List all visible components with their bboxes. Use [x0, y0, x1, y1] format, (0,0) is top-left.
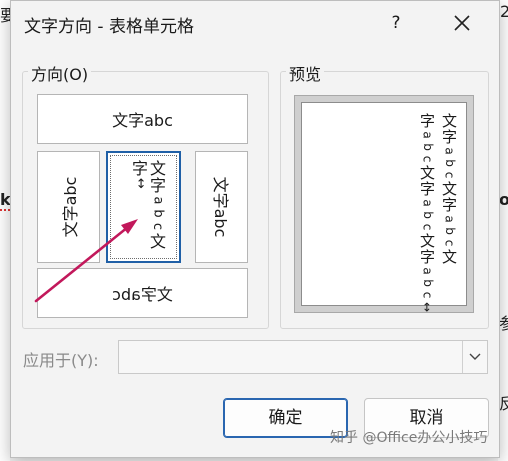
background-spellcheck-underline	[0, 206, 10, 211]
preview-column-2: 字 a b c 文 字 a b c 文 字 a b c ↔	[420, 113, 435, 313]
preview-char: c	[442, 239, 457, 247]
preview-frame: 文 字 a b c 文 字 a b c 文 字 a b c 文 字 a b c …	[294, 95, 474, 313]
watermark-text: 知乎 @Office办公小技巧	[330, 430, 488, 446]
option-sample-text: 文字abc	[112, 285, 173, 304]
preview-char: ↔	[420, 301, 435, 313]
dialog-titlebar: 文字方向 - 表格单元格 ?	[11, 1, 499, 45]
preview-char: b	[420, 279, 435, 287]
close-icon	[454, 15, 470, 31]
stack-char: 文	[150, 159, 167, 178]
apply-to-dropdown[interactable]	[118, 340, 488, 374]
preview-char: a	[442, 147, 457, 155]
preview-char: 字	[442, 196, 458, 214]
apply-to-label: 应用于(Y):	[23, 351, 99, 370]
close-button[interactable]	[445, 7, 479, 39]
background-document	[0, 0, 10, 461]
orientation-stacked-option[interactable]: 文 字 a b c 文 字 ↔	[106, 151, 181, 263]
preview-char: c	[442, 171, 457, 179]
stack-char: c	[150, 222, 166, 231]
preview-char: 字	[442, 128, 458, 146]
preview-char: 文	[420, 232, 436, 250]
preview-char: 文	[442, 248, 458, 266]
preview-char: 文	[420, 164, 436, 182]
help-button[interactable]: ?	[383, 9, 409, 37]
background-text: 参	[499, 314, 508, 333]
preview-char: b	[420, 143, 435, 151]
dialog-title: 文字方向 - 表格单元格	[24, 17, 194, 37]
stack-char: 文	[150, 232, 167, 251]
background-text: o	[499, 190, 508, 209]
chevron-down-icon	[469, 353, 481, 360]
preview-char: 文	[442, 180, 458, 198]
option-sample-text: 文字abc	[112, 111, 173, 130]
preview-char: a	[420, 199, 435, 207]
preview-group-label: 预览	[286, 61, 325, 85]
orientation-mirrored-option[interactable]: 文字abc	[37, 268, 248, 318]
apply-to-dropdown-button[interactable]	[462, 341, 487, 373]
option-sample-text: 文字abc	[60, 176, 80, 238]
stack-char: 字	[150, 176, 167, 195]
preview-char: a	[420, 131, 435, 139]
orientation-horizontal-option[interactable]: 文字abc	[37, 94, 248, 144]
stack-char: a	[150, 196, 166, 205]
preview-char: c	[420, 223, 435, 231]
preview-char: a	[442, 215, 457, 223]
preview-char: 字	[420, 112, 436, 130]
preview-column-1: 文 字 a b c 文 字 a b c 文	[442, 113, 457, 265]
preview-char: 字	[420, 180, 436, 198]
text-direction-dialog: 文字方向 - 表格单元格 ? 方向(O) 文字abc 文字abc 文 字 a b…	[10, 0, 500, 458]
option-sample-text: 文字abc	[210, 176, 230, 238]
stack-char: ↔	[132, 178, 148, 189]
stack-char: b	[150, 209, 166, 218]
preview-char: 文	[442, 112, 458, 130]
orientation-group-label: 方向(O)	[28, 61, 92, 85]
preview-char: c	[420, 155, 435, 163]
stack-char: 字	[132, 159, 149, 178]
preview-char: c	[420, 291, 435, 299]
orientation-vertical-ccw-option[interactable]: 文字abc	[37, 151, 100, 263]
background-text: 反	[499, 394, 508, 413]
orientation-vertical-cw-option[interactable]: 文字abc	[195, 151, 248, 263]
option-sample-column-1: 文 字 a b c 文	[150, 160, 166, 250]
background-text: 2	[500, 2, 508, 21]
preview-char: a	[420, 267, 435, 275]
preview-char: b	[442, 227, 457, 235]
option-sample-column-2: 字 ↔	[132, 160, 148, 190]
preview-page: 文 字 a b c 文 字 a b c 文 字 a b c 文 字 a b c …	[301, 102, 467, 312]
preview-char: b	[442, 159, 457, 167]
preview-char: 字	[420, 248, 436, 266]
preview-char: b	[420, 211, 435, 219]
